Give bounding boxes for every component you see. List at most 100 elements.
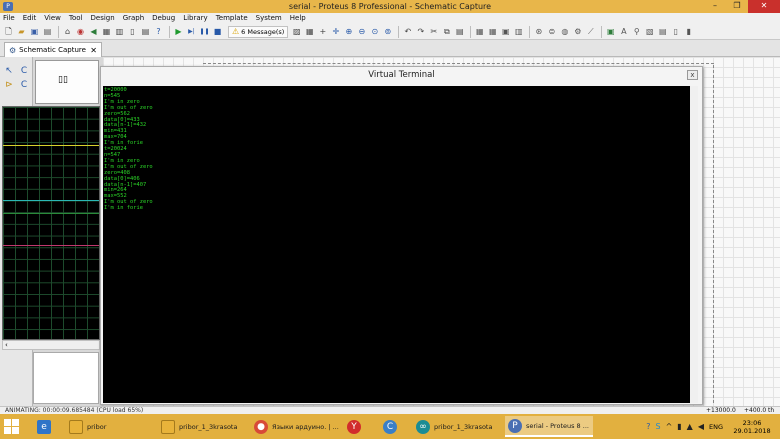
scope-trace-0 xyxy=(3,145,99,146)
report-icon[interactable]: ▤ xyxy=(140,26,151,37)
language-indicator[interactable]: ENG xyxy=(709,423,723,431)
pcb-icon[interactable]: ◀ xyxy=(88,26,99,37)
gerber-icon[interactable]: ▦ xyxy=(101,26,112,37)
oscilloscope-display xyxy=(2,106,100,340)
block-rotate-icon[interactable]: ▣ xyxy=(500,26,511,37)
menu-tool[interactable]: Tool xyxy=(69,13,83,24)
virtual-terminal-window[interactable]: Virtual Terminal x t=20000 n=545 I'm in … xyxy=(100,66,703,405)
cut-icon[interactable]: ✂ xyxy=(428,26,439,37)
package-icon[interactable]: ◍ xyxy=(559,26,570,37)
virtual-terminal-close-button[interactable]: x xyxy=(687,70,698,80)
save-icon[interactable]: ▣ xyxy=(29,26,40,37)
bom-icon[interactable]: ▯ xyxy=(127,26,138,37)
overview-window[interactable]: ▯▯ xyxy=(35,60,99,104)
taskbar-ie[interactable]: e xyxy=(34,416,60,437)
taskbar-task-1[interactable]: pribor_1_3krasota xyxy=(158,416,246,437)
decompose-icon[interactable]: ⚙ xyxy=(572,26,583,37)
paste-icon[interactable]: ▤ xyxy=(454,26,465,37)
component-mode-icon[interactable]: ⊳ xyxy=(3,79,15,91)
taskbar-task-4[interactable]: C xyxy=(380,416,406,437)
run-icon[interactable]: ▶ xyxy=(173,26,184,37)
block-delete-icon[interactable]: ▥ xyxy=(513,26,524,37)
menu-view[interactable]: View xyxy=(44,13,61,24)
3d-icon[interactable]: ▥ xyxy=(114,26,125,37)
menu-library[interactable]: Library xyxy=(183,13,207,24)
block-copy-icon[interactable]: ▦ xyxy=(474,26,485,37)
taskbar-task-5[interactable]: ∞ pribor_1_3krasota xyxy=(413,416,501,437)
menu-debug[interactable]: Debug xyxy=(152,13,175,24)
copy-icon[interactable]: ⧉ xyxy=(441,26,452,37)
pause-icon[interactable]: ❚❚ xyxy=(199,26,210,37)
volume-icon[interactable]: ◀ xyxy=(698,422,704,431)
close-button[interactable]: ✕ xyxy=(748,0,780,13)
component-icon[interactable]: ◉ xyxy=(75,26,86,37)
scope-grid xyxy=(3,107,99,339)
zoom-all-icon[interactable]: ⊙ xyxy=(369,26,380,37)
refresh-icon[interactable]: ▨ xyxy=(291,26,302,37)
menu-graph[interactable]: Graph xyxy=(123,13,144,24)
grid-icon[interactable]: ▦ xyxy=(304,26,315,37)
scroll-left-icon[interactable]: ‹ xyxy=(5,341,8,349)
tab-close-icon[interactable]: ✕ xyxy=(90,46,97,55)
taskbar-task-3[interactable]: Y xyxy=(344,416,370,437)
zoom-out-icon[interactable]: ⊖ xyxy=(356,26,367,37)
scope-trace-2 xyxy=(3,213,99,214)
menu-system[interactable]: System xyxy=(256,13,282,24)
selection-mode-icon[interactable]: ↖ xyxy=(3,65,15,77)
taskbar-task-6[interactable]: P serial - Proteus 8 ... xyxy=(505,416,593,437)
battery-icon[interactable]: ▮ xyxy=(677,422,681,431)
network-icon[interactable]: ▲ xyxy=(687,422,693,431)
toolbar-separator xyxy=(398,25,400,38)
netlist-icon[interactable]: ⚲ xyxy=(631,26,642,37)
taskbar-task-0[interactable]: pribor xyxy=(66,416,154,437)
sheet-border-right xyxy=(713,65,714,403)
show-hidden-icons-icon[interactable]: ^ xyxy=(666,422,673,431)
undo-icon[interactable]: ↶ xyxy=(402,26,413,37)
origin-icon[interactable]: + xyxy=(317,26,328,37)
new-icon[interactable]: 🗋 xyxy=(3,26,14,37)
tab-schematic-capture[interactable]: ⚙ Schematic Capture ✕ xyxy=(4,42,102,57)
messages-button[interactable]: ⚠ 6 Message(s) xyxy=(228,25,289,38)
rotate-ccw-icon[interactable]: C xyxy=(18,79,30,91)
menu-help[interactable]: Help xyxy=(290,13,306,24)
scope-horizontal-scrollbar[interactable]: ‹ xyxy=(2,340,100,350)
search-icon[interactable]: ▣ xyxy=(605,26,616,37)
toolbar-separator xyxy=(601,25,603,38)
pan-icon[interactable]: ✛ xyxy=(330,26,341,37)
make-device-icon[interactable]: ⊜ xyxy=(546,26,557,37)
windows-taskbar: e pribor pribor_1_3krasota ● Языки ардуи… xyxy=(0,414,780,439)
home-icon[interactable]: ⌂ xyxy=(62,26,73,37)
terminal-screen[interactable]: t=20000 n=545 I'm in zero I'm out of zer… xyxy=(103,86,691,403)
menu-edit[interactable]: Edit xyxy=(23,13,37,24)
new-sheet-icon[interactable]: ▤ xyxy=(657,26,668,37)
import-icon[interactable]: ▤ xyxy=(42,26,53,37)
menu-template[interactable]: Template xyxy=(216,13,248,24)
minimize-button[interactable]: – xyxy=(704,0,726,13)
stop-icon[interactable]: ■ xyxy=(212,26,223,37)
zoom-area-icon[interactable]: ⊚ xyxy=(382,26,393,37)
export-icon[interactable]: ▮ xyxy=(683,26,694,37)
redo-icon[interactable]: ↷ xyxy=(415,26,426,37)
maximize-button[interactable]: ❐ xyxy=(726,0,748,13)
help-icon[interactable]: ? xyxy=(646,422,650,431)
task-label: Языки ардуино. | ... xyxy=(272,422,339,431)
step-icon[interactable]: ▶| xyxy=(186,26,197,37)
zoom-in-icon[interactable]: ⊕ xyxy=(343,26,354,37)
menu-design[interactable]: Design xyxy=(91,13,115,24)
start-button[interactable] xyxy=(4,419,20,434)
open-icon[interactable]: ▰ xyxy=(16,26,27,37)
clock[interactable]: 23:06 29.01.2018 xyxy=(730,419,774,435)
pick-device-icon[interactable]: ⊛ xyxy=(533,26,544,37)
property-icon[interactable]: A xyxy=(618,26,629,37)
rotate-cw-icon[interactable]: C xyxy=(18,65,30,77)
terminal-scrollbar[interactable] xyxy=(690,86,698,403)
scope-trace-3 xyxy=(3,245,99,246)
menu-file[interactable]: File xyxy=(3,13,15,24)
block-move-icon[interactable]: ▦ xyxy=(487,26,498,37)
help-icon[interactable]: ? xyxy=(153,26,164,37)
taskbar-task-2[interactable]: ● Языки ардуино. | ... xyxy=(251,416,339,437)
wire-autorouter-icon[interactable]: ⟋ xyxy=(585,26,596,37)
skype-icon[interactable]: S xyxy=(655,422,660,431)
sheet-icon[interactable]: ▯ xyxy=(670,26,681,37)
design-rules-icon[interactable]: ▧ xyxy=(644,26,655,37)
